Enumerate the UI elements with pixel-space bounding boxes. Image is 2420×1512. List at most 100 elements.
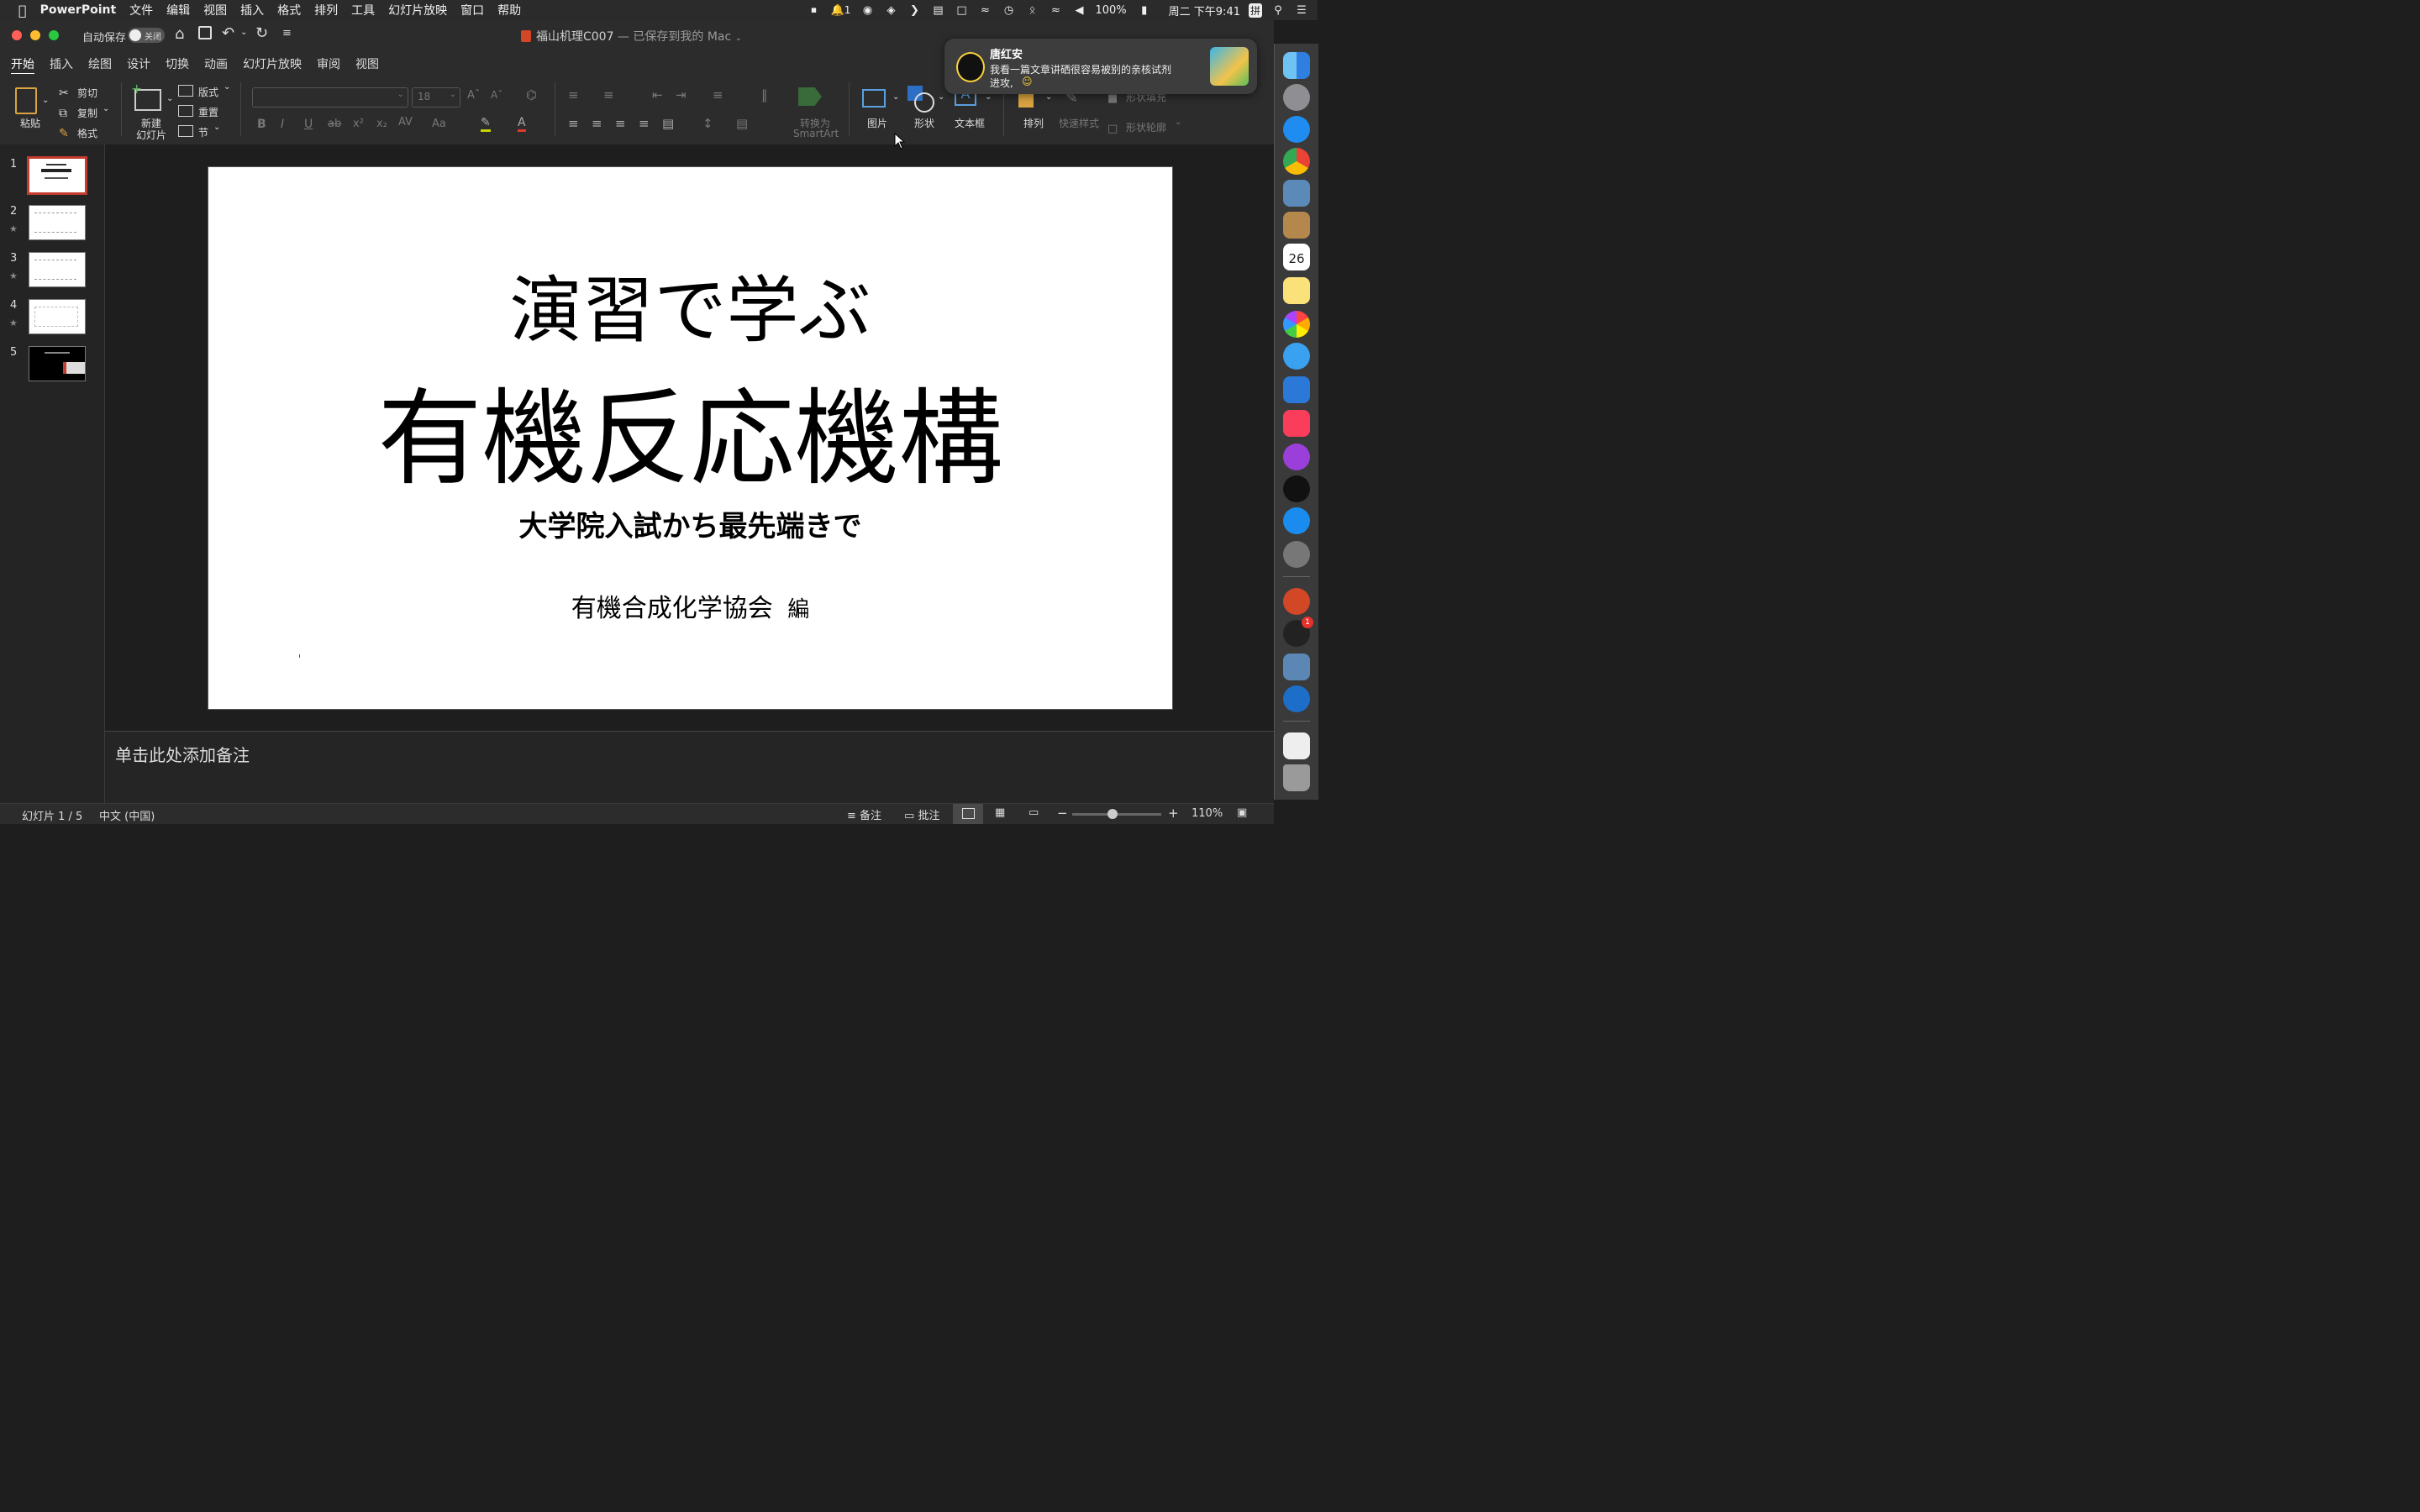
font-size-select[interactable]: 18 ⌄	[412, 87, 460, 108]
menu-slideshow[interactable]: 幻灯片放映	[381, 2, 454, 18]
notes-pane[interactable]: 单击此处添加备注	[105, 731, 1274, 804]
battery-icon[interactable]: ▮	[1135, 4, 1154, 17]
record-stop-icon[interactable]: ⏹	[806, 4, 821, 17]
tab-animations[interactable]: 动画	[197, 55, 235, 72]
font-color-icon[interactable]: A	[518, 116, 526, 132]
image-capture-icon[interactable]	[1283, 654, 1310, 680]
safari-icon[interactable]	[1283, 116, 1310, 143]
menu-arrange[interactable]: 排列	[308, 2, 345, 18]
keynote-icon[interactable]	[1283, 376, 1310, 403]
decrease-indent-icon[interactable]: ⇤	[652, 87, 663, 102]
tab-design[interactable]: 设计	[119, 55, 158, 72]
menu-window[interactable]: 窗口	[454, 2, 491, 18]
clear-format-icon[interactable]: ⌬	[526, 87, 537, 102]
vpn-icon[interactable]: ◈	[883, 4, 898, 17]
tab-draw[interactable]: 绘图	[81, 55, 119, 72]
menu-help[interactable]: 帮助	[491, 2, 528, 18]
tab-review[interactable]: 审阅	[309, 55, 348, 72]
distributed-icon[interactable]: ▤	[662, 116, 674, 131]
customize-toolbar-icon[interactable]: ≡	[282, 27, 292, 39]
chevron-circle-icon[interactable]: ❯	[907, 4, 922, 17]
notes-toggle-button[interactable]: ≡ 备注	[847, 806, 881, 822]
bullets-icon[interactable]: ≡	[568, 87, 579, 102]
apple-tv-icon[interactable]	[1283, 475, 1310, 502]
shape-outline-button[interactable]: □ 形状轮廓 ⌄	[1107, 118, 1181, 135]
calendar-icon[interactable]: 26	[1283, 244, 1310, 270]
italic-icon[interactable]: I	[281, 118, 284, 131]
highlight-icon[interactable]: ✎	[481, 116, 491, 132]
slide-thumbnail-2[interactable]	[29, 205, 86, 240]
launchpad-icon[interactable]	[1283, 84, 1310, 111]
preview-bird-icon[interactable]	[1283, 180, 1310, 207]
window-icon[interactable]: □	[954, 4, 969, 17]
change-case-icon[interactable]: Aa	[432, 118, 446, 130]
menu-tools[interactable]: 工具	[345, 2, 381, 18]
system-preferences-icon[interactable]	[1283, 541, 1310, 568]
slide-thumbnail-5[interactable]	[29, 346, 86, 381]
cut-button[interactable]: ✂ 剪切	[59, 84, 97, 100]
redo-icon[interactable]: ↻	[255, 24, 268, 42]
text-direction-icon[interactable]: ↕	[702, 116, 713, 131]
messages-icon[interactable]	[1283, 343, 1310, 370]
zoom-out-icon[interactable]: −	[1057, 806, 1068, 821]
slide-author[interactable]: 有機合成化学協会 編	[208, 587, 1172, 624]
zoom-slider[interactable]	[1072, 809, 1161, 819]
language-indicator[interactable]: 中文 (中国)	[99, 807, 155, 823]
slide-subtitle[interactable]: 大学院入試かち最先端きで	[208, 503, 1172, 544]
undo-icon[interactable]: ↶	[222, 24, 234, 42]
reading-view-icon[interactable]: ▭	[1028, 806, 1039, 819]
grow-font-icon[interactable]: Aˆ	[467, 89, 480, 102]
bluetooth-icon[interactable]: ᛟ	[1024, 4, 1039, 17]
input-method-icon[interactable]: 拼	[1248, 3, 1262, 18]
qq-icon[interactable]: 1	[1283, 617, 1313, 647]
strikethrough-icon[interactable]: ab	[328, 118, 341, 130]
shrink-font-icon[interactable]: Aˇ	[491, 89, 502, 101]
powerpoint-icon[interactable]	[1283, 588, 1310, 615]
title-chevron-icon[interactable]: ⌄	[735, 34, 742, 43]
edge-icon[interactable]	[1283, 685, 1310, 712]
search-icon[interactable]: ⚲	[1270, 4, 1286, 17]
bold-icon[interactable]: B	[257, 118, 266, 131]
clock[interactable]: 周二 下午9:41	[1169, 3, 1240, 18]
tab-view[interactable]: 视图	[348, 55, 387, 72]
comments-button[interactable]: ▭ 批注	[904, 806, 939, 822]
font-name-select[interactable]: ⌄	[252, 87, 408, 108]
slide-thumbnail-4[interactable]	[29, 299, 86, 334]
align-right-icon[interactable]: ≡	[615, 116, 626, 131]
line-spacing-icon[interactable]: ≡	[713, 87, 723, 102]
new-slide-button[interactable]: + ⌄ 新建 幻灯片	[131, 81, 173, 141]
wifi-icon[interactable]: ≈	[1048, 4, 1063, 17]
tab-home[interactable]: 开始	[3, 55, 42, 72]
character-spacing-icon[interactable]: AV	[398, 116, 413, 129]
picture-button[interactable]: ⌄ 图片	[860, 86, 899, 131]
zoom-level[interactable]: 110%	[1192, 807, 1223, 820]
menu-edit[interactable]: 编辑	[160, 2, 197, 18]
autosave-toggle[interactable]: 关闭	[128, 28, 165, 43]
scribble-icon[interactable]: ≈	[977, 4, 992, 17]
slide-heading-small[interactable]: 演習で学ぶ	[208, 251, 1172, 356]
zoom-in-icon[interactable]: +	[1168, 806, 1179, 821]
zoom-slider-thumb[interactable]	[1107, 809, 1118, 819]
trash-icon[interactable]	[1283, 764, 1310, 791]
notification-banner[interactable]: 唐红安 我看一篇文章讲硒很容易被别的亲核试剂 进攻, ☺	[944, 39, 1257, 94]
menu-view[interactable]: 视图	[197, 2, 234, 18]
slide-thumbnail-3[interactable]	[29, 252, 86, 287]
numbering-icon[interactable]: ≡	[603, 87, 614, 102]
slide-title[interactable]: 有機反応機構	[208, 354, 1172, 505]
podcasts-icon[interactable]	[1283, 444, 1310, 470]
menu-file[interactable]: 文件	[123, 2, 160, 18]
copy-button[interactable]: ⧉ 复制 ⌄	[59, 104, 109, 120]
format-painter-button[interactable]: ✎ 格式	[59, 124, 97, 140]
justify-icon[interactable]: ≡	[639, 116, 650, 131]
section-button[interactable]: 节 ⌄	[178, 123, 220, 140]
shape-button[interactable]: ⌄ 形状	[906, 84, 948, 131]
screens-icon[interactable]: ▤	[930, 4, 945, 17]
columns-icon[interactable]: ‖	[761, 87, 768, 102]
slide-thumbnail-1[interactable]	[27, 156, 87, 195]
app-store-icon[interactable]	[1283, 507, 1310, 534]
align-left-icon[interactable]: ≡	[568, 116, 579, 131]
menu-insert[interactable]: 插入	[234, 2, 271, 18]
close-button[interactable]	[12, 30, 22, 40]
home-icon[interactable]: ⌂	[175, 25, 184, 43]
notes-app-icon[interactable]	[1283, 277, 1310, 304]
